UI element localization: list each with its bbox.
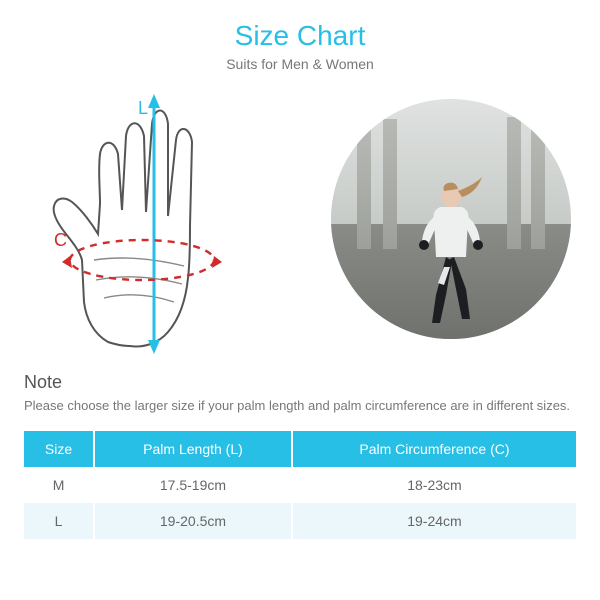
size-table: Size Palm Length (L) Palm Circumference …: [24, 431, 576, 539]
col-palm-circumference: Palm Circumference (C): [292, 431, 576, 467]
lifestyle-image: [326, 99, 576, 339]
cell-size: M: [24, 467, 94, 503]
note-heading: Note: [24, 372, 576, 393]
table-header-row: Size Palm Length (L) Palm Circumference …: [24, 431, 576, 467]
note-text: Please choose the larger size if your pa…: [24, 397, 576, 415]
cell-circ: 18-23cm: [292, 467, 576, 503]
size-chart-page: Size Chart Suits for Men & Women L: [0, 0, 600, 559]
length-label: L: [138, 98, 148, 118]
hand-icon: L C: [34, 84, 274, 354]
page-title: Size Chart: [24, 20, 576, 52]
col-palm-length: Palm Length (L): [94, 431, 292, 467]
figure-row: L C: [24, 84, 576, 354]
table-row: L 19-20.5cm 19-24cm: [24, 503, 576, 539]
table-row: M 17.5-19cm 18-23cm: [24, 467, 576, 503]
hand-measurement-diagram: L C: [24, 84, 284, 354]
runner-icon: [396, 167, 506, 327]
cell-length: 19-20.5cm: [94, 503, 292, 539]
runner-photo: [331, 99, 571, 339]
header: Size Chart Suits for Men & Women: [24, 20, 576, 72]
cell-size: L: [24, 503, 94, 539]
col-size: Size: [24, 431, 94, 467]
circumference-label: C: [54, 230, 67, 250]
cell-length: 17.5-19cm: [94, 467, 292, 503]
page-subtitle: Suits for Men & Women: [24, 56, 576, 72]
cell-circ: 19-24cm: [292, 503, 576, 539]
